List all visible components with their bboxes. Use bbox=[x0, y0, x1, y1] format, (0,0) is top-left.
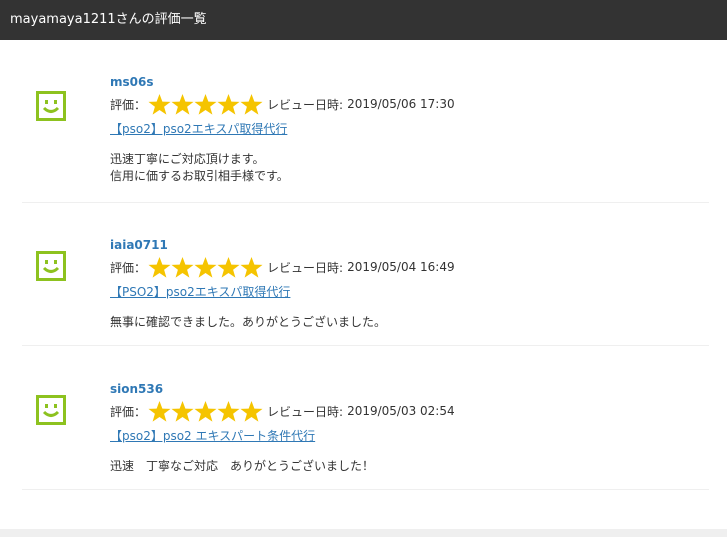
star-icon bbox=[194, 400, 217, 422]
service-link[interactable]: 【pso2】pso2エキスパ取得代行 bbox=[110, 121, 287, 137]
reviewer-username[interactable]: ms06s bbox=[110, 74, 709, 90]
review-comment: 迅速丁寧にご対応頂けます。 信用に価するお取引相手様です。 bbox=[110, 151, 709, 185]
service-link[interactable]: 【pso2】pso2 エキスパート条件代行 bbox=[110, 428, 315, 444]
review-comment: 迅速 丁寧なご対応 ありがとうございました！ bbox=[110, 458, 709, 475]
review-item: sion536 評価： レビュー日時: 2019/05/03 02:54 【ps… bbox=[22, 345, 709, 490]
star-icon bbox=[148, 256, 171, 278]
review-date-label: レビュー日時: bbox=[267, 260, 344, 275]
review-comment: 無事に確認できました。ありがとうございました。 bbox=[110, 314, 709, 331]
star-icon bbox=[171, 93, 194, 115]
star-icon bbox=[171, 400, 194, 422]
smiley-face-icon bbox=[36, 395, 66, 425]
rating-line: 評価： レビュー日時: 2019/05/06 17:30 bbox=[110, 90, 709, 118]
page-title: mayamaya1211さんの評価一覧 bbox=[0, 0, 727, 40]
review-date: 2019/05/04 16:49 bbox=[347, 260, 455, 274]
star-rating bbox=[148, 93, 263, 116]
star-icon bbox=[240, 93, 263, 115]
comment-line: 迅速丁寧にご対応頂けます。 bbox=[110, 152, 265, 166]
reviewer-username[interactable]: iaia0711 bbox=[110, 237, 709, 253]
rating-line: 評価： レビュー日時: 2019/05/04 16:49 bbox=[110, 253, 709, 281]
review-date-label: レビュー日時: bbox=[267, 404, 344, 419]
reviewer-username[interactable]: sion536 bbox=[110, 381, 709, 397]
star-rating bbox=[148, 256, 263, 279]
review-date: 2019/05/06 17:30 bbox=[347, 97, 455, 111]
star-icon bbox=[194, 256, 217, 278]
star-icon bbox=[240, 256, 263, 278]
star-icon bbox=[217, 256, 240, 278]
star-icon bbox=[148, 400, 171, 422]
rating-label: 評価： bbox=[110, 97, 147, 112]
review-item: iaia0711 評価： レビュー日時: 2019/05/04 16:49 【P… bbox=[22, 202, 709, 346]
star-icon bbox=[217, 93, 240, 115]
star-rating bbox=[148, 400, 263, 423]
rating-label: 評価： bbox=[110, 260, 147, 275]
star-icon bbox=[171, 256, 194, 278]
rating-label: 評価： bbox=[110, 404, 147, 419]
rating-line: 評価： レビュー日時: 2019/05/03 02:54 bbox=[110, 397, 709, 425]
star-icon bbox=[240, 400, 263, 422]
reviews-panel: mayamaya1211さんの評価一覧 ms06s 評価： レビュー日時: 20 bbox=[0, 0, 727, 529]
smiley-face-icon bbox=[36, 251, 66, 281]
comment-line: 迅速 丁寧なご対応 ありがとうございました！ bbox=[110, 459, 375, 473]
review-date: 2019/05/03 02:54 bbox=[347, 404, 455, 418]
star-icon bbox=[194, 93, 217, 115]
comment-line: 信用に価するお取引相手様です。 bbox=[110, 169, 289, 183]
service-link[interactable]: 【PSO2】pso2エキスパ取得代行 bbox=[110, 284, 290, 300]
smiley-face-icon bbox=[36, 91, 66, 121]
star-icon bbox=[148, 93, 171, 115]
comment-line: 無事に確認できました。ありがとうございました。 bbox=[110, 315, 387, 329]
star-icon bbox=[217, 400, 240, 422]
review-date-label: レビュー日時: bbox=[267, 97, 344, 112]
review-item: ms06s 評価： レビュー日時: 2019/05/06 17:30 【pso2… bbox=[22, 62, 709, 203]
